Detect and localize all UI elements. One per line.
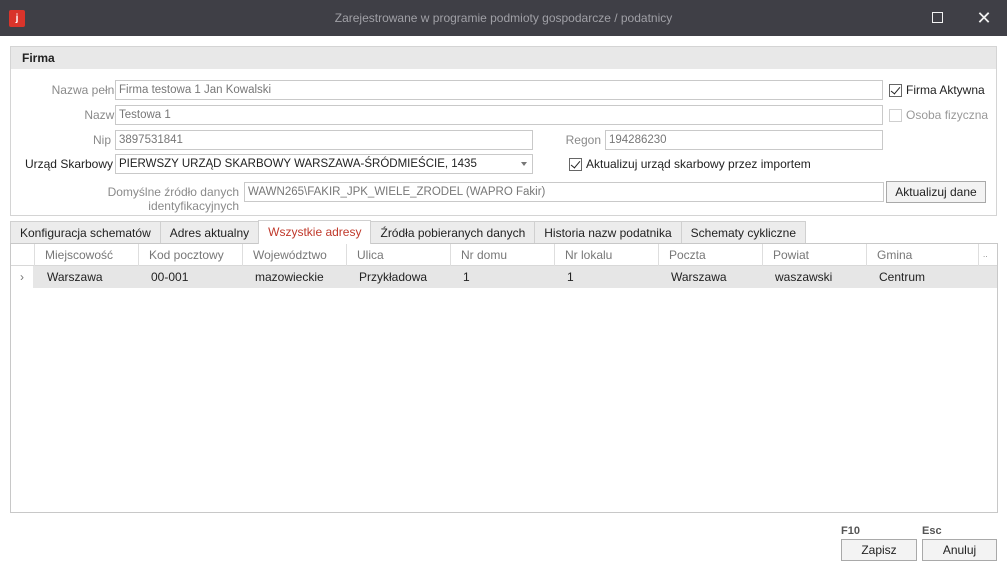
cell-kod-pocztowy[interactable]: 00-001: [139, 266, 188, 288]
tab-bar: Konfiguracja schematów Adres aktualny Ws…: [10, 220, 807, 244]
grid-header: Miejscowość Kod pocztowy Województwo Uli…: [11, 244, 997, 266]
firma-aktywna-label: Firma Aktywna: [906, 83, 985, 97]
row-indicator-icon: ›: [11, 266, 33, 288]
regon-label: Regon: [565, 133, 601, 147]
column-header-nr-domu[interactable]: Nr domu: [451, 244, 555, 266]
cell-nr-domu[interactable]: 1: [451, 266, 470, 288]
nip-label: Nip: [92, 133, 111, 147]
close-button[interactable]: ✕: [961, 0, 1007, 36]
tab-zrodla-pobieranych-danych[interactable]: Źródła pobieranych danych: [370, 221, 536, 244]
osoba-fizyczna-checkbox[interactable]: Osoba fizyczna: [889, 108, 988, 122]
aktualizuj-urzad-check-icon: [569, 157, 582, 171]
column-header-poczta[interactable]: Poczta: [659, 244, 763, 266]
column-chooser-icon[interactable]: ..: [979, 244, 997, 266]
urzad-skarbowy-value: PIERWSZY URZĄD SKARBOWY WARSZAWA-ŚRÓDMIE…: [119, 158, 477, 170]
column-header-powiat[interactable]: Powiat: [763, 244, 867, 266]
zrodlo-danych-label: Domyślne źródło danych identyfikacyjnych: [107, 185, 239, 213]
cell-ulica[interactable]: Przykładowa: [347, 266, 427, 288]
tab-adres-aktualny[interactable]: Adres aktualny: [159, 221, 260, 244]
chevron-down-icon: [521, 162, 527, 166]
nip-field[interactable]: 3897531841: [115, 130, 533, 150]
aktualizuj-urzad-label: Aktualizuj urząd skarbowy przez importem: [586, 157, 811, 171]
column-header-nr-lokalu[interactable]: Nr lokalu: [555, 244, 659, 266]
regon-field[interactable]: 194286230: [605, 130, 883, 150]
nazwa-pelna-field[interactable]: Firma testowa 1 Jan Kowalski: [115, 80, 883, 100]
close-icon: ✕: [976, 8, 992, 28]
firma-aktywna-checkbox[interactable]: Firma Aktywna: [889, 83, 985, 97]
column-header-wojewodztwo[interactable]: Województwo: [243, 244, 347, 266]
nazwa-field[interactable]: Testowa 1: [115, 105, 883, 125]
save-button[interactable]: Zapisz: [841, 539, 917, 561]
tab-schematy-cykliczne[interactable]: Schematy cykliczne: [680, 221, 807, 244]
osoba-fizyczna-label: Osoba fizyczna: [906, 108, 989, 122]
urzad-skarbowy-select[interactable]: PIERWSZY URZĄD SKARBOWY WARSZAWA-ŚRÓDMIE…: [115, 154, 533, 174]
osoba-fizyczna-check-icon: [889, 108, 902, 122]
column-header-gmina[interactable]: Gmina: [867, 244, 979, 266]
cell-gmina[interactable]: Centrum: [867, 266, 925, 288]
column-header-ulica[interactable]: Ulica: [347, 244, 451, 266]
zrodlo-danych-field[interactable]: WAWN265\FAKIR_JPK_WIELE_ZRODEL (WAPRO Fa…: [244, 182, 884, 202]
cell-wojewodztwo[interactable]: mazowieckie: [243, 266, 324, 288]
cell-powiat[interactable]: waszawski: [763, 266, 832, 288]
cell-poczta[interactable]: Warszawa: [659, 266, 727, 288]
tab-konfiguracja-schematow[interactable]: Konfiguracja schematów: [10, 221, 161, 244]
cancel-shortcut-label: Esc: [922, 525, 942, 537]
window-title: Zarejestrowane w programie podmioty gosp…: [334, 11, 673, 25]
window-titlebar: j Zarejestrowane w programie podmioty go…: [0, 0, 1007, 36]
aktualizuj-urzad-checkbox[interactable]: Aktualizuj urząd skarbowy przez importem: [569, 157, 811, 171]
maximize-icon: [931, 12, 943, 23]
firma-aktywna-check-icon: [889, 83, 902, 97]
maximize-button[interactable]: [914, 0, 960, 36]
save-shortcut-label: F10: [841, 525, 860, 537]
cell-nr-lokalu[interactable]: 1: [555, 266, 574, 288]
nazwa-label: Nazwa: [84, 108, 121, 122]
firma-group: Firma Nazwa pełna Firma testowa 1 Jan Ko…: [10, 46, 997, 216]
column-header-miejscowosc[interactable]: Miejscowość: [35, 244, 139, 266]
cell-miejscowosc[interactable]: Warszawa: [35, 266, 103, 288]
tab-wszystkie-adresy[interactable]: Wszystkie adresy: [258, 220, 372, 244]
nazwa-pelna-label: Nazwa pełna: [51, 83, 121, 97]
tab-historia-nazw-podatnika[interactable]: Historia nazw podatnika: [534, 221, 682, 244]
table-row[interactable]: › Warszawa 00-001 mazowieckie Przykładow…: [11, 266, 997, 288]
firma-group-header: Firma: [11, 47, 996, 69]
urzad-skarbowy-label: Urząd Skarbowy: [24, 157, 113, 171]
grid-corner: [11, 244, 35, 266]
column-header-kod-pocztowy[interactable]: Kod pocztowy: [139, 244, 243, 266]
cancel-button[interactable]: Anuluj: [922, 539, 997, 561]
addresses-grid[interactable]: Miejscowość Kod pocztowy Województwo Uli…: [10, 243, 998, 513]
aktualizuj-dane-button[interactable]: Aktualizuj dane: [886, 181, 986, 203]
